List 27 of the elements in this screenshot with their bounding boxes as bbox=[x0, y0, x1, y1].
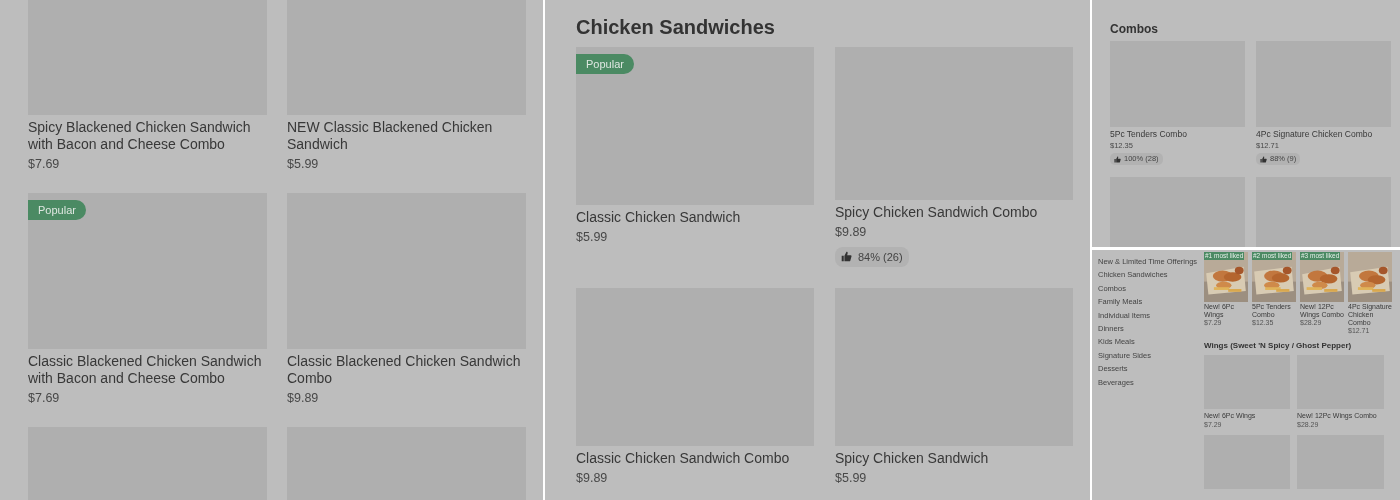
item-name: 5Pc Tenders Combo bbox=[1110, 129, 1188, 140]
section-heading: Chicken Sandwiches bbox=[576, 15, 776, 39]
item-name: NEW Classic Blackened Chicken Sandwich bbox=[287, 119, 494, 154]
item-name: Spicy Blackened Chicken Sandwich with Bacon and Cheese Combo bbox=[28, 119, 252, 154]
thumbs-up-icon bbox=[1114, 155, 1121, 163]
item-price: $7.69 bbox=[28, 390, 61, 408]
item-price: $5.99 bbox=[576, 229, 609, 246]
item-name: Spicy Chicken Sandwich bbox=[835, 450, 990, 467]
item-name: 4Pc Signature Chicken Combo bbox=[1256, 129, 1374, 140]
item-price: $9.89 bbox=[576, 470, 609, 487]
item-price: $5.99 bbox=[835, 470, 868, 487]
item-price: $5.99 bbox=[287, 156, 320, 174]
popular-tag: Popular bbox=[28, 200, 86, 220]
section-heading: Wings (Sweet 'N Spicy / Ghost Pepper) bbox=[1204, 341, 1353, 351]
rating-tag: 84% (26) bbox=[835, 246, 909, 267]
item-name: Classic Chicken Sandwich Combo bbox=[576, 450, 791, 467]
thumbs-up-icon bbox=[1260, 155, 1267, 163]
item-price: $7.69 bbox=[28, 156, 61, 174]
item-name: Classic Chicken Sandwich bbox=[576, 209, 742, 226]
item-price: $9.89 bbox=[835, 223, 868, 241]
popular-tag: Popular bbox=[576, 54, 634, 74]
item-name: Spicy Chicken Sandwich Combo bbox=[835, 203, 1039, 221]
thumbs-up-icon bbox=[841, 251, 852, 263]
item-name: Classic Blackened Chicken Sandwich Combo bbox=[287, 353, 522, 388]
section-heading: Combos bbox=[1110, 22, 1159, 36]
item-name: Classic Blackened Chicken Sandwich with Bacon and Cheese Combo bbox=[28, 353, 263, 388]
item-price: $9.89 bbox=[287, 390, 320, 408]
